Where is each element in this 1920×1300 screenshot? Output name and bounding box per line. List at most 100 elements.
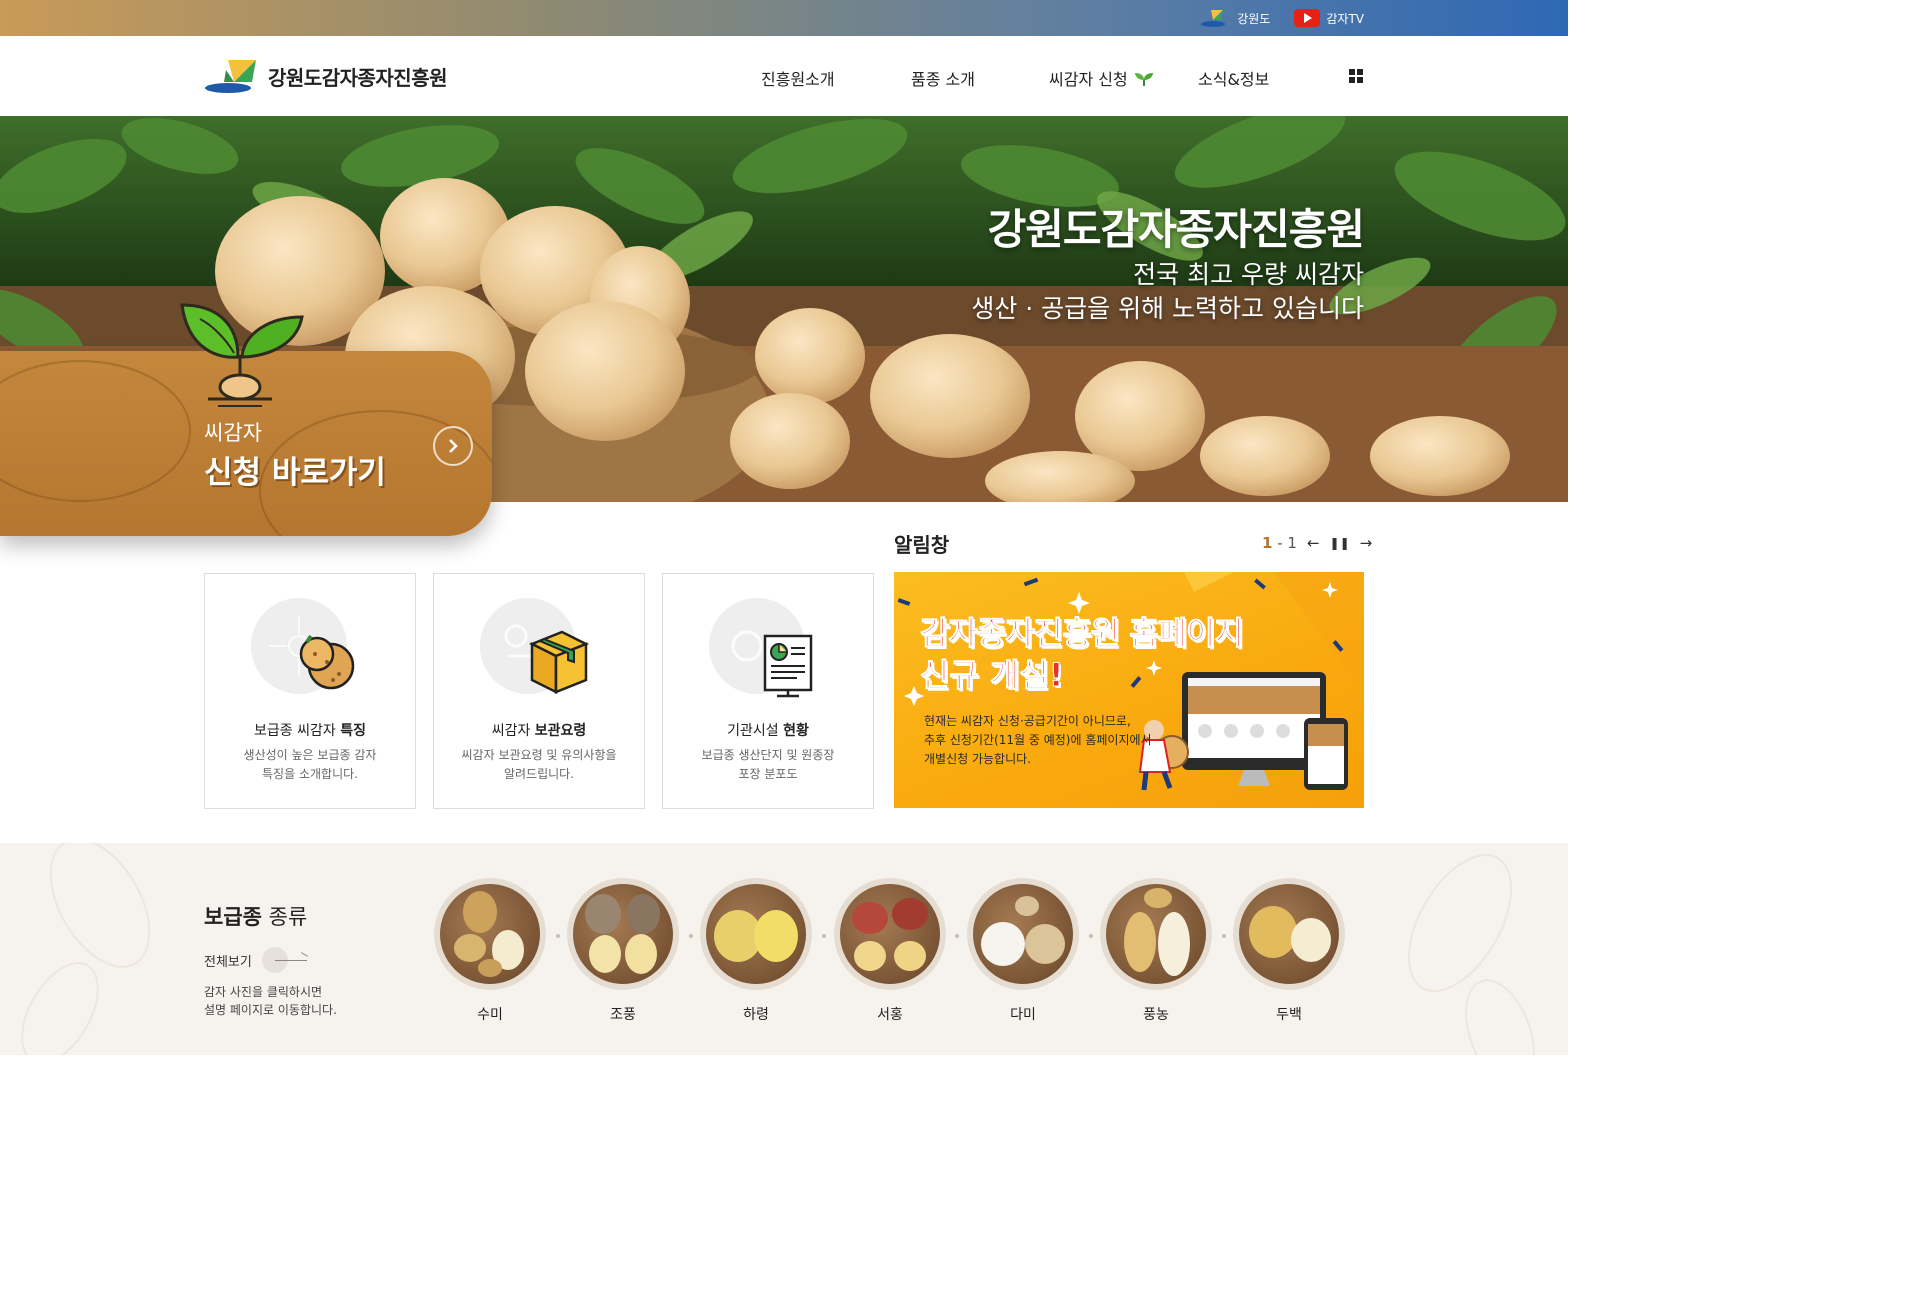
- notice-title: 알림창: [894, 533, 950, 557]
- card-desc-line2: 알려드립니다.: [503, 767, 575, 781]
- logo-icon: [204, 56, 260, 96]
- header: 강원도감자종자진흥원 진흥원소개 품종 소개 씨감자 신청 소식&정보: [0, 36, 1568, 116]
- youtube-icon: [1294, 9, 1321, 27]
- variety-name: 수미: [477, 1007, 503, 1023]
- varieties-title-bold: 보급종: [204, 905, 262, 929]
- variety-name: 조풍: [610, 1007, 636, 1023]
- pager-count: 1 - 1: [1262, 534, 1297, 552]
- notice-banner-body: 현재는 씨감자 신청·공급기간이 아니므로, 추후 신청기간(11월 중 예정)…: [924, 712, 1152, 769]
- hero-subtitle: 전국 최고 우량 씨감자 생산 · 공급을 위해 노력하고 있습니다: [971, 258, 1364, 326]
- notice-body-line3: 개별신청 가능합니다.: [924, 752, 1031, 766]
- top-bar: 강원도 감자TV: [0, 0, 1568, 36]
- variety-name: 서홍: [877, 1007, 903, 1023]
- separator-dot: [689, 934, 693, 938]
- pager-current: 1: [1262, 534, 1273, 552]
- potato-tv-label: 감자TV: [1326, 11, 1364, 26]
- card-title-normal: 씨감자: [491, 723, 535, 739]
- card-desc-line2: 포장 분포도: [738, 767, 798, 781]
- variety-photo: [1239, 884, 1339, 984]
- notice-pager: 1 - 1 ← ❚❚ →: [1262, 534, 1372, 552]
- separator-dot: [1222, 934, 1226, 938]
- notice-body-line1: 현재는 씨감자 신청·공급기간이 아니므로,: [924, 714, 1131, 728]
- pager-separator: -: [1272, 534, 1288, 552]
- variety-dami[interactable]: 다미: [967, 878, 1079, 1024]
- card-facility-status[interactable]: 기관시설 현황 보급종 생산단지 및 원종장 포장 분포도: [662, 573, 874, 809]
- card-description: 보급종 생산단지 및 원종장 포장 분포도: [663, 746, 873, 784]
- nav-news[interactable]: 소식&정보: [1198, 66, 1269, 90]
- nav-about[interactable]: 진흥원소개: [761, 66, 835, 90]
- gangwon-logo-icon: [1199, 8, 1231, 28]
- sprout-icon: [1134, 73, 1153, 86]
- variety-name: 하령: [743, 1007, 769, 1023]
- hero-subtitle-line2: 생산 · 공급을 위해 노력하고 있습니다: [971, 294, 1364, 323]
- varieties-section: 보급종 종류 전체보기 감자 사진을 클릭하시면 설명 페이지로 이동합니다. …: [0, 843, 1568, 1055]
- variety-photo-frame: [1233, 878, 1345, 990]
- card-title-bold: 특징: [340, 723, 366, 739]
- variety-name: 두백: [1276, 1007, 1302, 1023]
- arrow-right-icon: [261, 947, 309, 973]
- nav-seed-apply-label: 씨감자 신청: [1049, 70, 1128, 89]
- notice-banner-heading2: 신규 개설!: [920, 656, 1064, 695]
- card-variety-features[interactable]: 보급종 씨감자 특징 생산성이 높은 보급종 감자 특징을 소개합니다.: [204, 573, 416, 809]
- variety-photo: [973, 884, 1073, 984]
- card-desc-line2: 특징을 소개합니다.: [262, 767, 358, 781]
- variety-photo: [440, 884, 540, 984]
- grid-menu-icon[interactable]: [1349, 69, 1363, 83]
- variety-name: 다미: [1010, 1007, 1036, 1023]
- nav-varieties[interactable]: 품종 소개: [911, 66, 975, 90]
- apply-label-big: 신청 바로가기: [204, 455, 386, 491]
- nav-seed-apply[interactable]: 씨감자 신청: [1049, 66, 1155, 90]
- card-title: 보급종 씨감자 특징: [205, 720, 415, 740]
- site-logo[interactable]: 강원도감자종자진흥원: [204, 56, 448, 96]
- variety-photo-frame: [967, 878, 1079, 990]
- variety-photo-frame: [834, 878, 946, 990]
- variety-dubaek[interactable]: 두백: [1233, 878, 1345, 1024]
- variety-sumi[interactable]: 수미: [434, 878, 546, 1024]
- variety-photo: [840, 884, 940, 984]
- notice-banner[interactable]: 감자종자진흥원 홈페이지 신규 개설! 현재는 씨감자 신청·공급기간이 아니므…: [894, 572, 1364, 808]
- pause-icon[interactable]: ❚❚: [1330, 536, 1350, 550]
- card-desc-line1: 생산성이 높은 보급종 감자: [243, 748, 377, 762]
- variety-name: 풍농: [1143, 1007, 1169, 1023]
- view-all-label: 전체보기: [204, 954, 252, 970]
- variety-jopung[interactable]: 조풍: [567, 878, 679, 1024]
- hero-subtitle-line1: 전국 최고 우량 씨감자: [1133, 260, 1364, 289]
- card-title-bold: 보관요령: [534, 723, 587, 739]
- report-monitor-icon: [707, 596, 831, 706]
- arrow-right-icon[interactable]: →: [1360, 534, 1373, 552]
- separator-dot: [955, 934, 959, 938]
- notice-body-line2: 추후 신청기간(11월 중 예정)에 홈페이지에서: [924, 733, 1152, 747]
- logo-text: 강원도감자종자진흥원: [268, 65, 448, 90]
- card-title-normal: 기관시설: [727, 723, 784, 739]
- varieties-title-normal: 종류: [261, 905, 308, 929]
- variety-photo: [1106, 884, 1206, 984]
- variety-haryeong[interactable]: 하령: [700, 878, 812, 1024]
- card-desc-line1: 보급종 생산단지 및 원종장: [701, 748, 835, 762]
- variety-seohong[interactable]: 서홍: [834, 878, 946, 1024]
- card-title: 씨감자 보관요령: [434, 720, 644, 740]
- chevron-right-icon[interactable]: [433, 426, 473, 466]
- variety-pungnong[interactable]: 풍농: [1100, 878, 1212, 1024]
- variety-photo-frame: [567, 878, 679, 990]
- potato-icon: [249, 596, 373, 706]
- varieties-title: 보급종 종류: [204, 901, 307, 931]
- storage-box-icon: [478, 596, 602, 706]
- gangwon-link[interactable]: 강원도: [1199, 8, 1270, 28]
- arrow-left-icon[interactable]: ←: [1307, 534, 1320, 552]
- variety-photo: [706, 884, 806, 984]
- card-description: 씨감자 보관요령 및 유의사항을 알려드립니다.: [434, 746, 644, 784]
- varieties-desc-line2: 설명 페이지로 이동합니다.: [204, 1003, 337, 1017]
- card-title-bold: 현황: [783, 723, 809, 739]
- potato-tv-link[interactable]: 감자TV: [1294, 9, 1364, 27]
- card-storage-guide[interactable]: 씨감자 보관요령 씨감자 보관요령 및 유의사항을 알려드립니다.: [433, 573, 645, 809]
- separator-dot: [822, 934, 826, 938]
- notice-banner-heading1: 감자종자진흥원 홈페이지: [920, 614, 1245, 653]
- seedling-icon: [180, 303, 304, 407]
- varieties-description: 감자 사진을 클릭하시면 설명 페이지로 이동합니다.: [204, 983, 337, 1019]
- varieties-desc-line1: 감자 사진을 클릭하시면: [204, 985, 323, 999]
- gangwon-link-label: 강원도: [1237, 11, 1271, 26]
- view-all-link[interactable]: 전체보기: [204, 947, 309, 973]
- top-links: 강원도 감자TV: [1199, 8, 1364, 28]
- separator-dot: [1089, 934, 1093, 938]
- card-title: 기관시설 현황: [663, 720, 873, 740]
